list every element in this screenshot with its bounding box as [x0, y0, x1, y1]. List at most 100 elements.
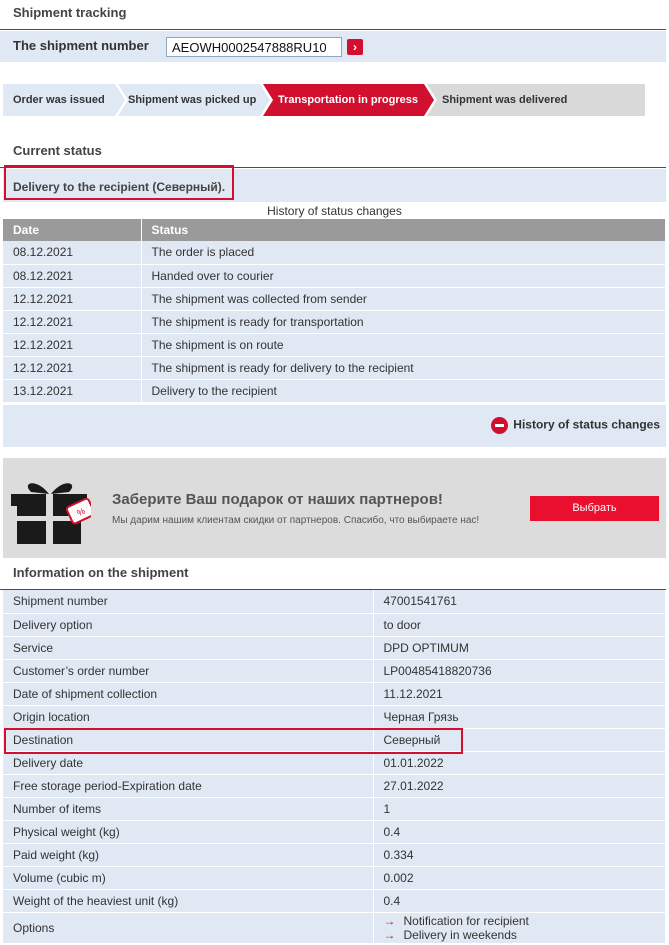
shipment-info-title: Information on the shipment [0, 560, 666, 590]
history-date: 08.12.2021 [3, 241, 142, 265]
step-label: Transportation in progress [278, 94, 418, 106]
history-toggle-label[interactable]: History of status changes [513, 418, 660, 432]
history-status: Handed over to courier [141, 264, 666, 288]
table-row: Delivery date 01.01.2022 [3, 751, 666, 775]
info-key: Volume (cubic m) [3, 866, 374, 890]
info-value: 27.01.2022 [373, 774, 666, 798]
table-row: 12.12.2021 The shipment was collected fro… [3, 287, 666, 311]
arrow-right-icon: → [383, 927, 396, 942]
history-toggle[interactable]: History of status changes [491, 417, 660, 434]
info-key: Customer’s order number [3, 659, 374, 683]
table-row: 12.12.2021 The shipment is ready for tran… [3, 310, 666, 334]
table-row: Delivery option to door [3, 613, 666, 637]
promo-subtitle: Мы дарим нашим клиентам скидки от партне… [112, 515, 480, 526]
table-row: Shipment number 47001541761 [3, 590, 666, 614]
table-row: Number of items 1 [3, 797, 666, 821]
history-date: 12.12.2021 [3, 287, 142, 311]
history-status: The order is placed [141, 241, 666, 265]
info-value: to door [373, 613, 666, 637]
info-value: 47001541761 [373, 590, 666, 614]
gift-icon: % [11, 483, 91, 544]
step-label: Order was issued [13, 94, 105, 106]
info-key: Physical weight (kg) [3, 820, 374, 844]
table-row: Paid weight (kg) 0.334 [3, 843, 666, 867]
table-row: 08.12.2021 Handed over to courier [3, 264, 666, 288]
step-picked-up: Shipment was picked up [118, 84, 270, 116]
arrow-right-icon: → [383, 913, 396, 928]
status-column-header: Status [141, 219, 666, 241]
table-row: Customer’s order number LP00485418820736 [3, 659, 666, 683]
table-row: Physical weight (kg) 0.4 [3, 820, 666, 844]
history-table: Date Status 08.12.2021 The order is place… [3, 219, 666, 403]
progress-steps: Order was issued Shipment was picked up … [3, 84, 645, 116]
option-item: → Notification for recipient [384, 914, 666, 928]
step-order-issued: Order was issued [3, 84, 125, 116]
history-date: 12.12.2021 [3, 310, 142, 334]
history-status: Delivery to the recipient [141, 379, 666, 403]
info-key: Service [3, 636, 374, 660]
info-value: 11.12.2021 [373, 682, 666, 706]
history-status: The shipment is ready for transportation [141, 310, 666, 334]
info-value: LP00485418820736 [373, 659, 666, 683]
option-label: Delivery in weekends [403, 927, 517, 942]
choose-button[interactable]: Выбрать [530, 496, 659, 521]
step-label: Shipment was picked up [128, 94, 257, 106]
history-date: 12.12.2021 [3, 333, 142, 357]
option-item: → Delivery in weekends [384, 928, 666, 942]
info-value: 0.334 [373, 843, 666, 867]
partner-promo-banner: % Заберите Ваш подарок от наших партнеро… [3, 458, 666, 558]
history-footer: History of status changes [3, 405, 666, 447]
date-column-header: Date [3, 219, 142, 241]
history-status: The shipment was collected from sender [141, 287, 666, 311]
history-status: The shipment is on route [141, 333, 666, 357]
shipment-number-input[interactable] [166, 37, 342, 57]
info-value: 0.4 [373, 889, 666, 913]
table-row: 12.12.2021 The shipment is on route [3, 333, 666, 357]
collapse-icon[interactable] [491, 417, 509, 434]
track-go-button[interactable]: › [347, 39, 363, 55]
table-row: Weight of the heaviest unit (kg) 0.4 [3, 889, 666, 913]
history-caption: History of status changes [267, 204, 402, 218]
step-delivered: Shipment was delivered [427, 84, 645, 116]
info-key: Weight of the heaviest unit (kg) [3, 889, 374, 913]
table-row: Free storage period-Expiration date 27.01… [3, 774, 666, 798]
history-header-row: Date Status [3, 219, 666, 241]
option-label: Notification for recipient [403, 913, 529, 928]
options-label: Options [3, 912, 374, 944]
table-row: Origin location Черная Грязь [3, 705, 666, 729]
info-key: Delivery date [3, 751, 374, 775]
table-row: Volume (cubic m) 0.002 [3, 866, 666, 890]
info-value: 1 [373, 797, 666, 821]
info-key: Origin location [3, 705, 374, 729]
info-key: Paid weight (kg) [3, 843, 374, 867]
promo-title: Заберите Ваш подарок от наших партнеров! [112, 491, 443, 508]
destination-highlight [4, 728, 463, 754]
info-key: Date of shipment collection [3, 682, 374, 706]
info-key: Shipment number [3, 590, 374, 614]
step-label: Shipment was delivered [442, 94, 568, 106]
table-row: Date of shipment collection 11.12.2021 [3, 682, 666, 706]
info-value: 0.002 [373, 866, 666, 890]
history-date: 08.12.2021 [3, 264, 142, 288]
step-transportation: Transportation in progress [263, 84, 434, 116]
info-value: 0.4 [373, 820, 666, 844]
history-date: 12.12.2021 [3, 356, 142, 380]
info-value: Черная Грязь [373, 705, 666, 729]
info-value: 01.01.2022 [373, 751, 666, 775]
history-date: 13.12.2021 [3, 379, 142, 403]
table-row: 13.12.2021 Delivery to the recipient [3, 379, 666, 403]
shipment-tracking-title: Shipment tracking [0, 0, 666, 30]
options-list: → Notification for recipient → Delivery in… [373, 912, 666, 944]
current-status-title: Current status [0, 138, 666, 168]
table-row: 12.12.2021 The shipment is ready for deli… [3, 356, 666, 380]
table-row: Service DPD OPTIMUM [3, 636, 666, 660]
info-key: Number of items [3, 797, 374, 821]
info-value: DPD OPTIMUM [373, 636, 666, 660]
info-key: Free storage period-Expiration date [3, 774, 374, 798]
table-row: Options → Notification for recipient → Del… [3, 912, 666, 944]
shipment-number-label: The shipment number [13, 38, 149, 53]
info-key: Delivery option [3, 613, 374, 637]
history-status: The shipment is ready for delivery to th… [141, 356, 666, 380]
table-row: 08.12.2021 The order is placed [3, 241, 666, 265]
status-highlight [4, 165, 234, 200]
